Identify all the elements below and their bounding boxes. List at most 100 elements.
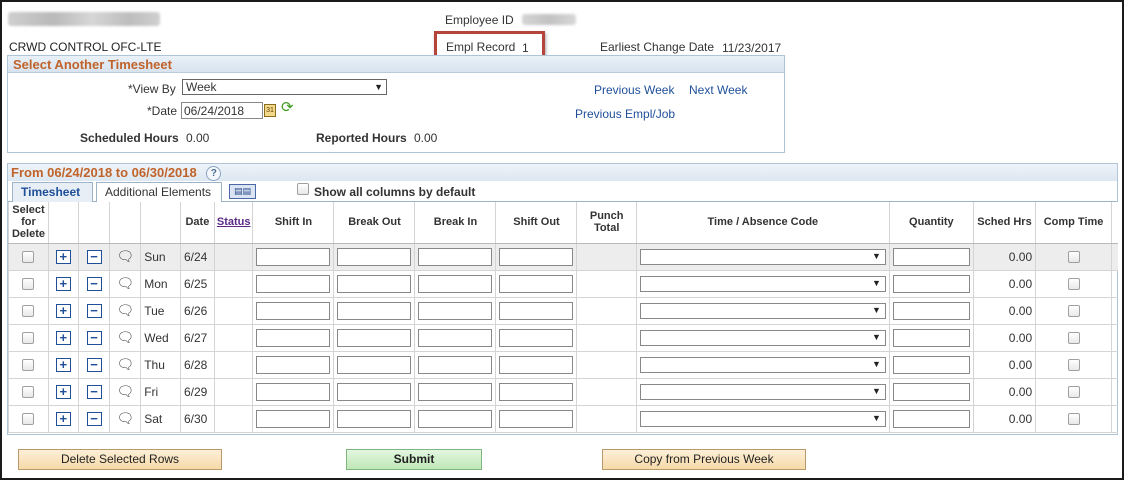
quantity-input[interactable] <box>892 355 970 374</box>
view-by-select[interactable]: Week ▼ <box>182 79 387 95</box>
remove-row-icon[interactable]: − <box>86 330 102 345</box>
delete-selected-rows-button[interactable]: Delete Selected Rows <box>18 449 222 470</box>
row-select-checkbox[interactable] <box>22 251 35 264</box>
add-row-icon[interactable]: + <box>55 411 71 426</box>
comp-time-cell <box>1035 351 1112 379</box>
quantity-input[interactable] <box>892 274 970 293</box>
grid-view-icon[interactable]: ▤▤ <box>229 184 256 199</box>
quantity-input[interactable] <box>892 382 970 401</box>
remove-row-icon[interactable]: − <box>86 276 102 291</box>
time-code-select[interactable]: ▼ <box>639 356 886 373</box>
quantity-input[interactable] <box>892 328 970 347</box>
shift-in-input[interactable] <box>256 274 331 293</box>
time-code-select[interactable]: ▼ <box>639 302 886 319</box>
show-all-columns-checkbox[interactable] <box>297 183 309 195</box>
refresh-icon[interactable]: ⟳ <box>281 100 296 115</box>
comment-icon[interactable]: 🗨 <box>116 356 134 372</box>
add-row-icon[interactable]: + <box>55 303 71 318</box>
add-row-icon[interactable]: + <box>55 276 71 291</box>
shift-in-input[interactable] <box>256 355 331 374</box>
remove-row-icon[interactable]: − <box>86 411 102 426</box>
copy-previous-week-button[interactable]: Copy from Previous Week <box>602 449 806 470</box>
previous-week-link[interactable]: Previous Week <box>594 83 674 97</box>
time-code-cell: ▼ <box>635 243 890 271</box>
quantity-input[interactable] <box>892 301 970 320</box>
break-in-input[interactable] <box>418 247 493 266</box>
shift-in-input[interactable] <box>256 301 331 320</box>
comp-time-checkbox[interactable] <box>1067 332 1080 345</box>
shift-in-input[interactable] <box>256 382 331 401</box>
break-out-input[interactable] <box>337 409 412 428</box>
tab-additional-elements[interactable]: Additional Elements <box>96 182 222 202</box>
shift-out-input[interactable] <box>499 301 574 320</box>
next-week-link[interactable]: Next Week <box>689 83 747 97</box>
row-day: Mon <box>140 270 181 298</box>
comp-time-checkbox[interactable] <box>1067 359 1080 372</box>
shift-in-input[interactable] <box>256 409 331 428</box>
comp-time-checkbox[interactable] <box>1067 278 1080 291</box>
add-row-icon[interactable]: + <box>55 357 71 372</box>
submit-button[interactable]: Submit <box>346 449 482 470</box>
calendar-icon[interactable]: 31 <box>264 104 276 117</box>
break-out-input[interactable] <box>337 382 412 401</box>
comment-icon[interactable]: 🗨 <box>116 302 134 318</box>
quantity-input[interactable] <box>892 409 970 428</box>
add-row-icon[interactable]: + <box>55 384 71 399</box>
comp-time-checkbox[interactable] <box>1067 413 1080 426</box>
break-in-input[interactable] <box>418 274 493 293</box>
help-icon[interactable]: ? <box>206 166 222 182</box>
comment-icon[interactable]: 🗨 <box>116 275 134 291</box>
col-status[interactable]: Status <box>213 202 253 244</box>
shift-in-input[interactable] <box>256 247 331 266</box>
break-in-input[interactable] <box>418 382 493 401</box>
break-in-input[interactable] <box>418 355 493 374</box>
row-select-checkbox-cell <box>8 378 49 406</box>
remove-row-icon[interactable]: − <box>86 303 102 318</box>
time-code-select[interactable]: ▼ <box>639 410 886 427</box>
break-in-input[interactable] <box>418 409 493 428</box>
shift-out-input[interactable] <box>499 328 574 347</box>
remove-row-icon[interactable]: − <box>86 249 102 264</box>
comment-icon[interactable]: 🗨 <box>116 410 134 426</box>
time-code-select[interactable]: ▼ <box>639 275 886 292</box>
comment-icon[interactable]: 🗨 <box>116 248 134 264</box>
comp-time-checkbox[interactable] <box>1067 305 1080 318</box>
previous-empl-job-link[interactable]: Previous Empl/Job <box>575 107 675 121</box>
shift-out-input[interactable] <box>499 382 574 401</box>
comp-time-checkbox[interactable] <box>1067 251 1080 264</box>
comment-icon[interactable]: 🗨 <box>116 329 134 345</box>
date-input[interactable]: 06/24/2018 <box>181 102 263 119</box>
shift-out-input[interactable] <box>499 409 574 428</box>
tab-timesheet[interactable]: Timesheet <box>12 182 93 203</box>
shift-out-input[interactable] <box>499 247 574 266</box>
remove-row-icon[interactable]: − <box>86 357 102 372</box>
shift-in-input[interactable] <box>256 328 331 347</box>
add-row-icon[interactable]: + <box>55 249 71 264</box>
break-out-input[interactable] <box>337 301 412 320</box>
row-select-checkbox[interactable] <box>22 305 35 318</box>
row-select-checkbox[interactable] <box>22 278 35 291</box>
break-out-input[interactable] <box>337 328 412 347</box>
timesheet-row: + − 🗨 Fri 6/29 ▼ 0.00 <box>8 378 1118 406</box>
break-out-input[interactable] <box>337 355 412 374</box>
break-in-input[interactable] <box>418 301 493 320</box>
break-out-input[interactable] <box>337 274 412 293</box>
comp-time-checkbox[interactable] <box>1067 386 1080 399</box>
shift-out-input[interactable] <box>499 274 574 293</box>
break-out-input[interactable] <box>337 247 412 266</box>
break-in-input[interactable] <box>418 328 493 347</box>
row-select-checkbox[interactable] <box>22 413 35 426</box>
comment-icon[interactable]: 🗨 <box>116 383 134 399</box>
add-row-icon[interactable]: + <box>55 330 71 345</box>
time-code-select[interactable]: ▼ <box>639 329 886 346</box>
row-sched-hrs: 0.00 <box>972 378 1036 406</box>
quantity-input[interactable] <box>892 247 970 266</box>
row-select-checkbox[interactable] <box>22 359 35 372</box>
department-name: CRWD CONTROL OFC-LTE <box>9 40 162 54</box>
shift-out-input[interactable] <box>499 355 574 374</box>
time-code-select[interactable]: ▼ <box>639 248 886 265</box>
row-select-checkbox[interactable] <box>22 332 35 345</box>
remove-row-icon[interactable]: − <box>86 384 102 399</box>
time-code-select[interactable]: ▼ <box>639 383 886 400</box>
row-select-checkbox[interactable] <box>22 386 35 399</box>
